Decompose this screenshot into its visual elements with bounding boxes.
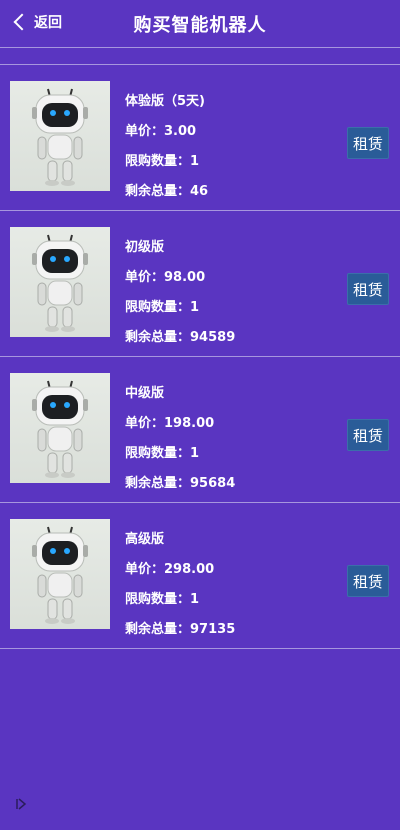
product-info: 体验版（5天) 单价：3.00 限购数量：1 剩余总量：46	[125, 87, 208, 207]
back-button[interactable]: 返回	[12, 12, 62, 32]
limit-row: 限购数量：1	[125, 592, 200, 607]
product-info: 高级版 单价：298.00 限购数量：1 剩余总量：97135	[125, 525, 235, 645]
back-label: 返回	[34, 15, 62, 31]
robot-icon	[32, 234, 88, 332]
remaining-row: 剩余总量：94589	[125, 330, 236, 345]
price-value: 198.00	[164, 416, 215, 431]
robot-image	[10, 373, 110, 483]
remaining-value: 95684	[190, 476, 236, 491]
product-item: 初级版 单价：98.00 限购数量：1 剩余总量：94589 租赁	[0, 211, 400, 357]
limit-row: 限购数量：1	[125, 154, 200, 169]
product-name: 中级版	[125, 386, 165, 401]
price-row: 单价：3.00	[125, 124, 197, 139]
product-info: 中级版 单价：198.00 限购数量：1 剩余总量：95684	[125, 379, 235, 499]
product-item: 高级版 单价：298.00 限购数量：1 剩余总量：97135 租赁	[0, 503, 400, 649]
limit-value: 1	[190, 446, 200, 461]
price-row: 单价：198.00	[125, 416, 215, 431]
rent-button[interactable]: 租赁	[347, 273, 389, 305]
price-row: 单价：298.00	[125, 562, 215, 577]
robot-image	[10, 227, 110, 337]
product-item: 中级版 单价：198.00 限购数量：1 剩余总量：95684 租赁	[0, 357, 400, 503]
rent-button[interactable]: 租赁	[347, 419, 389, 451]
product-info: 初级版 单价：98.00 限购数量：1 剩余总量：94589	[125, 233, 235, 353]
product-name: 初级版	[125, 240, 165, 255]
limit-row: 限购数量：1	[125, 446, 200, 461]
price-value: 298.00	[164, 562, 215, 577]
product-name: 高级版	[125, 532, 165, 547]
rent-button[interactable]: 租赁	[347, 127, 389, 159]
play-outline-icon[interactable]	[14, 796, 28, 810]
remaining-row: 剩余总量：97135	[125, 622, 236, 637]
rent-button[interactable]: 租赁	[347, 565, 389, 597]
top-bar: 返回 购买智能机器人	[0, 0, 400, 48]
remaining-value: 94589	[190, 330, 236, 345]
robot-icon	[32, 526, 88, 624]
remaining-row: 剩余总量：46	[125, 184, 209, 199]
robot-image	[10, 81, 110, 191]
price-row: 单价：98.00	[125, 270, 206, 285]
remaining-value: 97135	[190, 622, 236, 637]
product-name: 体验版（5天)	[125, 94, 205, 109]
price-value: 98.00	[164, 270, 206, 285]
remaining-value: 46	[190, 184, 209, 199]
price-value: 3.00	[164, 124, 197, 139]
page-title: 购买智能机器人	[133, 14, 267, 36]
limit-row: 限购数量：1	[125, 300, 200, 315]
robot-image	[10, 519, 110, 629]
limit-value: 1	[190, 300, 200, 315]
limit-value: 1	[190, 592, 200, 607]
product-item: 体验版（5天) 单价：3.00 限购数量：1 剩余总量：46 租赁	[0, 65, 400, 211]
limit-value: 1	[190, 154, 200, 169]
product-list: 体验版（5天) 单价：3.00 限购数量：1 剩余总量：46 租赁 初级版 单价…	[0, 64, 400, 649]
robot-icon	[32, 380, 88, 478]
remaining-row: 剩余总量：95684	[125, 476, 236, 491]
robot-icon	[32, 88, 88, 186]
chevron-left-icon	[13, 13, 31, 31]
